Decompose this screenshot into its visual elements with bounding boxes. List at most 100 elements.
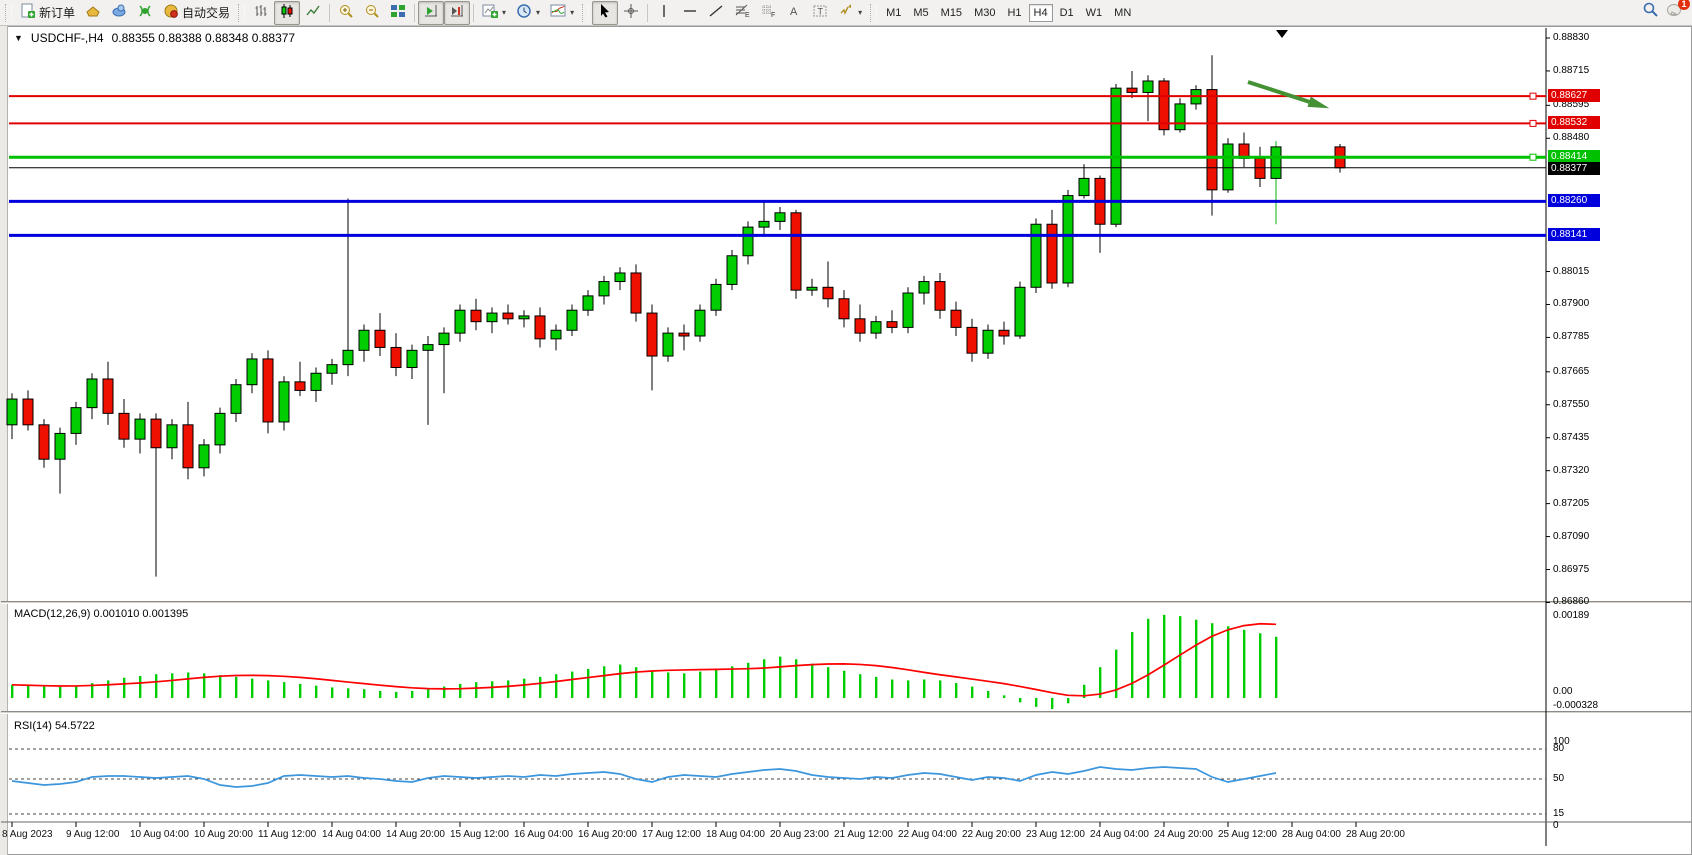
price-axis-tick: 0.88015	[1553, 266, 1589, 277]
candlestick-chart-button[interactable]	[274, 1, 300, 25]
horizontal-line-icon	[682, 3, 698, 22]
toolbar: 新订单 自动交易 ▾ ▾ ▾ E F A T ▾ M1M5M15M30H1H4D…	[0, 0, 1692, 26]
shapes-button[interactable]: ▾	[833, 1, 867, 25]
price-axis-tick: 0.86975	[1553, 564, 1589, 575]
text-button[interactable]: A	[781, 1, 807, 25]
panel-splitter[interactable]	[1, 601, 1691, 604]
timeframe-m1[interactable]: M1	[881, 4, 906, 22]
time-axis-label: 14 Aug 04:00	[322, 829, 381, 840]
period-button[interactable]: ▾	[511, 1, 545, 25]
price-axis-tick: 0.87205	[1553, 498, 1589, 509]
price-level-badge: 0.88532	[1548, 116, 1600, 129]
crosshair-button[interactable]	[618, 1, 644, 25]
toolbar-separator	[647, 4, 648, 22]
price-axis-tick: 0.87090	[1553, 531, 1589, 542]
chart-shift-button[interactable]	[444, 1, 470, 25]
price-axis-tick: 0.87900	[1553, 298, 1589, 309]
timeframe-m5[interactable]: M5	[908, 4, 933, 22]
rsi-axis-label: 0	[1553, 820, 1559, 831]
dropdown-arrow-icon: ▾	[570, 8, 574, 17]
chart-window[interactable]	[0, 26, 1692, 855]
dropdown-arrow-icon: ▾	[858, 8, 862, 17]
time-axis-label: 28 Aug 20:00	[1346, 829, 1405, 840]
auto-trading-label: 自动交易	[182, 4, 230, 21]
time-axis-label: 24 Aug 20:00	[1154, 829, 1213, 840]
grid-button[interactable]: F	[755, 1, 781, 25]
price-axis-tick: 0.88480	[1553, 132, 1589, 143]
trendline-icon	[708, 3, 724, 22]
cursor-button[interactable]	[592, 1, 618, 25]
zoom-in-button[interactable]	[333, 1, 359, 25]
toolbar-drag-handle	[5, 4, 12, 22]
chart-shift-icon	[449, 3, 465, 22]
zoom-out-button[interactable]	[359, 1, 385, 25]
timeframe-w1[interactable]: W1	[1081, 4, 1108, 22]
time-axis-label: 16 Aug 04:00	[514, 829, 573, 840]
timeframe-group: M1M5M15M30H1H4D1W1MN	[880, 4, 1137, 22]
fibonacci-icon: E	[734, 3, 750, 22]
rsi-axis-label: 80	[1553, 743, 1564, 754]
community-button[interactable]	[106, 1, 132, 25]
time-axis-label: 22 Aug 20:00	[962, 829, 1021, 840]
svg-text:T: T	[818, 7, 824, 17]
time-axis-label: 25 Aug 12:00	[1218, 829, 1277, 840]
indicators-button[interactable]: ▾	[545, 1, 579, 25]
profiles-button[interactable]	[80, 1, 106, 25]
time-axis-label: 11 Aug 12:00	[258, 829, 316, 840]
price-axis-tick: 0.87550	[1553, 399, 1589, 410]
chart-collapse-icon[interactable]: ▼	[14, 33, 23, 43]
timeframe-d1[interactable]: D1	[1055, 4, 1079, 22]
crosshair-icon	[623, 3, 639, 22]
time-axis-label: 18 Aug 04:00	[706, 829, 765, 840]
time-axis-label: 21 Aug 12:00	[834, 829, 893, 840]
panel-splitter[interactable]	[1, 711, 1691, 714]
timeframe-h4[interactable]: H4	[1029, 4, 1053, 22]
price-axis-tick: 0.87785	[1553, 331, 1589, 342]
indicators-icon	[550, 3, 566, 22]
price-axis-tick: 0.87320	[1553, 465, 1589, 476]
chart-symbol-period: USDCHF-,H4	[31, 31, 104, 45]
price-axis-tick: 0.86860	[1553, 596, 1589, 607]
cursor-icon	[597, 3, 613, 22]
toolbar-drag-handle	[238, 4, 245, 22]
time-axis-label: 17 Aug 12:00	[642, 829, 701, 840]
tile-windows-button[interactable]	[385, 1, 411, 25]
horizontal-line-button[interactable]	[677, 1, 703, 25]
price-axis-tick: 0.87665	[1553, 366, 1589, 377]
timeframe-m15[interactable]: M15	[936, 4, 967, 22]
notifications-button[interactable]: 1	[1666, 2, 1684, 23]
fibonacci-button[interactable]: E	[729, 1, 755, 25]
time-axis-label: 24 Aug 04:00	[1090, 829, 1149, 840]
signals-button[interactable]	[132, 1, 158, 25]
bar-chart-icon	[253, 3, 269, 22]
auto-trading-button[interactable]: 自动交易	[158, 1, 235, 25]
timeframe-h1[interactable]: H1	[1002, 4, 1026, 22]
vertical-line-icon	[656, 3, 672, 22]
new-order-icon	[20, 3, 36, 22]
time-axis-label: 8 Aug 2023	[2, 829, 53, 840]
signals-icon	[137, 3, 153, 22]
text-icon: A	[786, 3, 802, 22]
notification-badge: 1	[1678, 0, 1690, 10]
bar-chart-button[interactable]	[248, 1, 274, 25]
search-icon[interactable]	[1642, 1, 1660, 24]
price-level-badge: 0.88141	[1548, 228, 1600, 241]
auto-scroll-button[interactable]	[418, 1, 444, 25]
time-axis-label: 15 Aug 12:00	[450, 829, 509, 840]
timeframe-mn[interactable]: MN	[1109, 4, 1136, 22]
trendline-button[interactable]	[703, 1, 729, 25]
price-level-badge: 0.88260	[1548, 194, 1600, 207]
rsi-axis-label: 15	[1553, 808, 1564, 819]
tile-windows-icon	[390, 3, 406, 22]
new-order-button[interactable]: 新订单	[15, 1, 80, 25]
timeframe-m30[interactable]: M30	[969, 4, 1000, 22]
line-chart-button[interactable]	[300, 1, 326, 25]
profiles-icon	[85, 3, 101, 22]
text-label-button[interactable]: T	[807, 1, 833, 25]
new-chart-button[interactable]: ▾	[477, 1, 511, 25]
dropdown-arrow-icon: ▾	[536, 8, 540, 17]
vertical-line-button[interactable]	[651, 1, 677, 25]
line-chart-icon	[305, 3, 321, 22]
zoom-out-icon	[364, 3, 380, 22]
rsi-label: RSI(14) 54.5722	[14, 720, 95, 732]
